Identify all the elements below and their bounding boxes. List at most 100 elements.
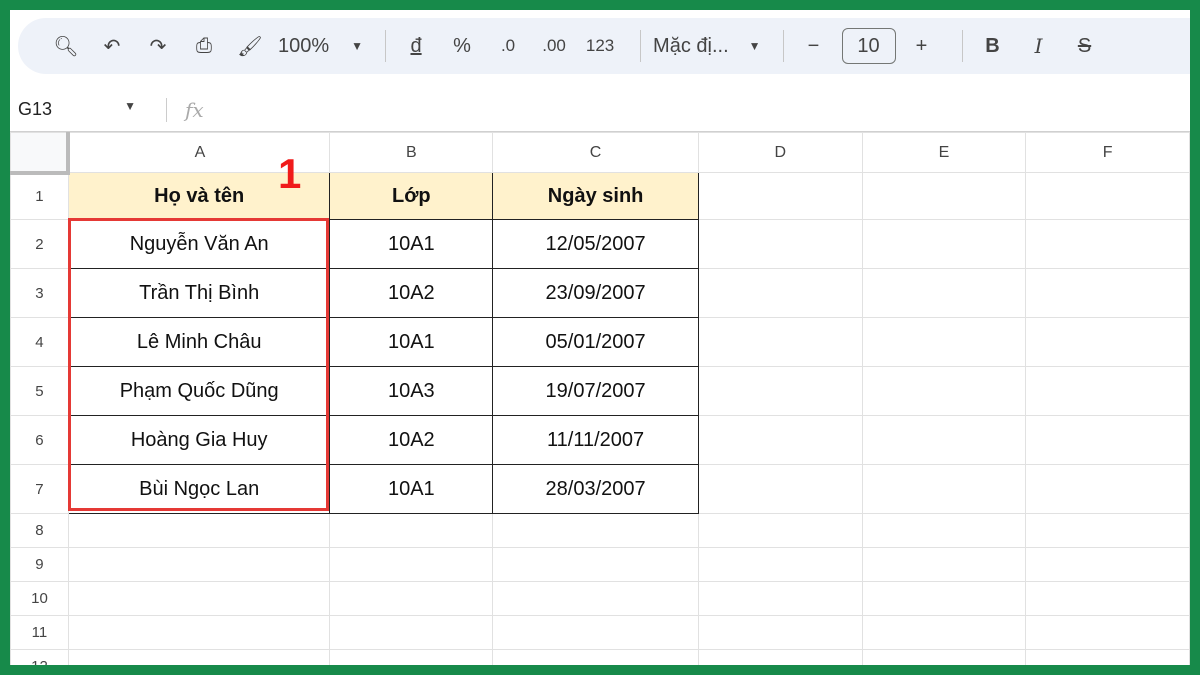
cell[interactable] (492, 547, 699, 582)
cell[interactable] (861, 366, 1027, 416)
cell[interactable] (1025, 415, 1190, 465)
name-box[interactable]: G13 ▼ (10, 99, 150, 120)
cell[interactable] (492, 649, 699, 665)
cell[interactable] (1025, 317, 1190, 367)
undo-icon[interactable]: ↶ (94, 26, 130, 66)
more-formats-button[interactable]: 123 (582, 26, 618, 66)
cell[interactable] (1025, 464, 1190, 514)
cell[interactable] (329, 581, 494, 616)
data-cell[interactable]: 28/03/2007 (492, 464, 699, 514)
percent-button[interactable]: % (444, 26, 480, 66)
cell[interactable] (861, 581, 1027, 616)
row-header[interactable]: 9 (10, 547, 69, 582)
cell[interactable] (1025, 268, 1190, 318)
row-header[interactable]: 8 (10, 513, 69, 548)
cell[interactable] (861, 649, 1027, 665)
italic-button[interactable]: I (1021, 26, 1057, 66)
currency-button[interactable]: đ (398, 26, 434, 66)
data-cell[interactable]: 23/09/2007 (492, 268, 699, 318)
cell[interactable] (492, 513, 699, 548)
row-header[interactable]: 7 (10, 464, 69, 514)
sheet-grid[interactable]: A B C D E F 1 Họ và tên Lớp Ngày sinh 2N… (10, 132, 1190, 665)
cell[interactable] (1025, 649, 1190, 665)
cell[interactable] (861, 317, 1027, 367)
row-header[interactable]: 5 (10, 366, 69, 416)
font-size-input[interactable]: 10 (841, 28, 896, 64)
data-cell[interactable]: 10A3 (329, 366, 494, 416)
cell[interactable] (697, 513, 863, 548)
cell[interactable] (1025, 219, 1190, 269)
cell[interactable] (492, 615, 699, 650)
cell[interactable] (1025, 581, 1190, 616)
data-cell[interactable]: Bùi Ngọc Lan (67, 464, 331, 514)
data-cell[interactable]: Nguyễn Văn An (67, 219, 331, 269)
row-header[interactable]: 4 (10, 317, 69, 367)
cell[interactable] (697, 615, 863, 650)
cell[interactable] (861, 615, 1027, 650)
column-header[interactable]: B (329, 132, 494, 173)
cell[interactable] (67, 615, 331, 650)
cell[interactable] (1025, 547, 1190, 582)
cell[interactable] (329, 615, 494, 650)
data-cell[interactable]: 10A2 (329, 415, 494, 465)
select-all-corner[interactable] (10, 132, 71, 175)
cell[interactable] (329, 513, 494, 548)
zoom-select[interactable]: 100% ▼ (278, 26, 363, 66)
data-cell[interactable]: Lê Minh Châu (67, 317, 331, 367)
column-header[interactable]: C (492, 132, 699, 173)
cell[interactable] (697, 415, 863, 465)
cell[interactable] (697, 268, 863, 318)
cell[interactable] (861, 547, 1027, 582)
data-cell[interactable]: Phạm Quốc Dũng (67, 366, 331, 416)
row-header[interactable]: 6 (10, 415, 69, 465)
print-icon[interactable]: ⎙ (186, 26, 222, 66)
data-cell[interactable]: Hoàng Gia Huy (67, 415, 331, 465)
search-icon[interactable]: 🔍︎ (48, 26, 84, 66)
cell[interactable] (697, 464, 863, 514)
cell[interactable] (492, 581, 699, 616)
column-header[interactable]: E (861, 132, 1027, 173)
cell[interactable] (67, 649, 331, 665)
cell[interactable] (861, 415, 1027, 465)
data-cell[interactable]: Trần Thị Bình (67, 268, 331, 318)
cell[interactable] (697, 649, 863, 665)
row-header[interactable]: 2 (10, 219, 69, 269)
header-cell[interactable]: Ngày sinh (492, 172, 699, 220)
cell[interactable] (697, 317, 863, 367)
row-header[interactable]: 10 (10, 581, 69, 616)
cell[interactable] (1025, 513, 1190, 548)
cell[interactable] (861, 268, 1027, 318)
row-header[interactable]: 11 (10, 615, 69, 650)
data-cell[interactable]: 10A1 (329, 219, 494, 269)
cell[interactable] (861, 464, 1027, 514)
cell[interactable] (861, 172, 1027, 220)
cell[interactable] (67, 547, 331, 582)
strikethrough-icon[interactable]: S (1067, 26, 1103, 66)
data-cell[interactable]: 05/01/2007 (492, 317, 699, 367)
data-cell[interactable]: 10A1 (329, 317, 494, 367)
data-cell[interactable]: 19/07/2007 (492, 366, 699, 416)
cell[interactable] (697, 547, 863, 582)
cell[interactable] (1025, 615, 1190, 650)
cell[interactable] (329, 547, 494, 582)
header-cell[interactable]: Lớp (329, 172, 494, 220)
decrease-font-size-button[interactable]: − (796, 26, 832, 66)
cell[interactable] (1025, 366, 1190, 416)
data-cell[interactable]: 10A1 (329, 464, 494, 514)
redo-icon[interactable]: ↷ (140, 26, 176, 66)
increase-font-size-button[interactable]: + (904, 26, 940, 66)
cell[interactable] (861, 219, 1027, 269)
font-select[interactable]: Mặc đị... ▼ (653, 26, 760, 66)
cell[interactable] (861, 513, 1027, 548)
cell[interactable] (697, 366, 863, 416)
column-header[interactable]: F (1025, 132, 1190, 173)
column-header[interactable]: D (697, 132, 863, 173)
paint-format-icon[interactable]: 🖌︎ (232, 26, 268, 66)
cell[interactable] (1025, 172, 1190, 220)
increase-decimal-button[interactable]: .00 (536, 26, 572, 66)
cell[interactable] (329, 649, 494, 665)
data-cell[interactable]: 10A2 (329, 268, 494, 318)
bold-button[interactable]: B (975, 26, 1011, 66)
data-cell[interactable]: 12/05/2007 (492, 219, 699, 269)
cell[interactable] (67, 513, 331, 548)
